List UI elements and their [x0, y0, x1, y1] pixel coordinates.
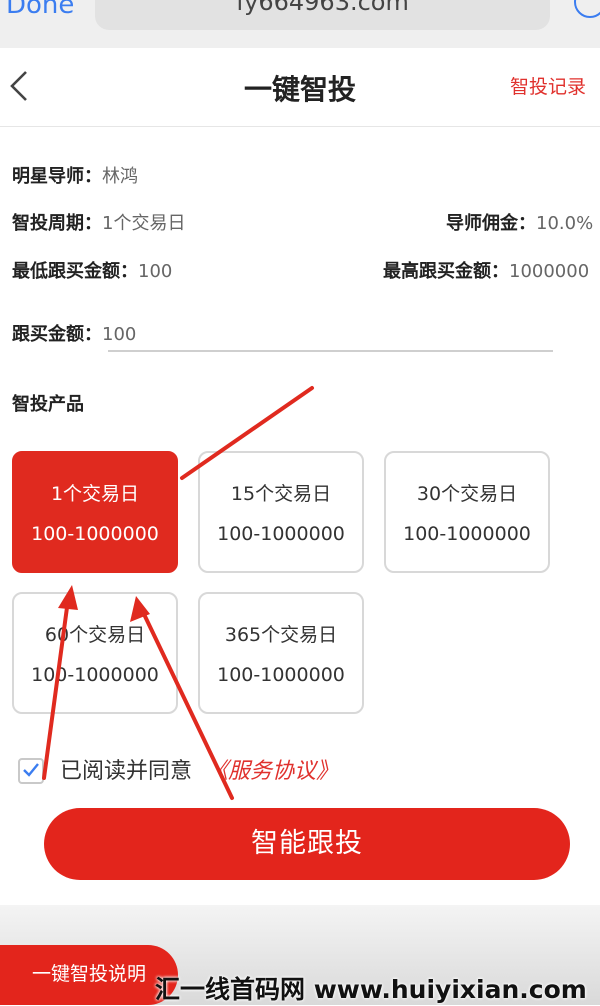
reload-icon[interactable] — [574, 0, 600, 18]
commission-label: 导师佣金： — [446, 213, 536, 234]
max-amount-row: 最高跟买金额：1000000 — [383, 257, 589, 283]
mentor-label: 明星导师： — [12, 166, 102, 187]
products-title: 智投产品 — [12, 394, 84, 415]
amount-label: 跟买金额： — [12, 324, 102, 345]
commission-value: 10.0% — [536, 213, 594, 234]
period-row: 智投周期：1个交易日 — [12, 209, 185, 235]
product-card-15[interactable]: 15个交易日 100-1000000 — [198, 451, 364, 573]
amount-input[interactable]: 100 — [102, 324, 136, 345]
browser-bar: Done fy664963.com — [0, 0, 600, 48]
agreement-checkbox[interactable] — [18, 758, 44, 784]
product-days: 30个交易日 — [416, 483, 518, 505]
max-amount-label: 最高跟买金额： — [383, 261, 509, 282]
product-range: 100-1000000 — [217, 523, 345, 545]
max-amount-value: 1000000 — [509, 261, 590, 282]
product-range: 100-1000000 — [403, 523, 531, 545]
product-range: 100-1000000 — [217, 664, 345, 686]
min-amount-row: 最低跟买金额：100 — [12, 257, 172, 283]
watermark-text: 汇一线首码网 www.huiyixian.com — [155, 975, 587, 1004]
amount-input-underline — [108, 350, 553, 352]
help-button[interactable]: 一键智投说明 — [0, 945, 178, 1005]
product-days: 15个交易日 — [230, 483, 332, 505]
product-days: 365个交易日 — [224, 624, 338, 646]
product-range: 100-1000000 — [31, 523, 159, 545]
smart-follow-button[interactable]: 智能跟投 — [44, 808, 570, 880]
url-field[interactable]: fy664963.com — [95, 0, 550, 30]
product-card-365[interactable]: 365个交易日 100-1000000 — [198, 592, 364, 714]
period-label: 智投周期： — [12, 213, 102, 234]
min-amount-value: 100 — [138, 261, 173, 282]
min-amount-label: 最低跟买金额： — [12, 261, 138, 282]
product-card-1[interactable]: 1个交易日 100-1000000 — [12, 451, 178, 573]
mentor-row: 明星导师：林鸿 — [12, 162, 138, 188]
records-link[interactable]: 智投记录 — [510, 72, 586, 99]
product-range: 100-1000000 — [31, 664, 159, 686]
mentor-value: 林鸿 — [102, 166, 138, 187]
product-card-60[interactable]: 60个交易日 100-1000000 — [12, 592, 178, 714]
product-days: 1个交易日 — [50, 483, 140, 505]
service-agreement-link[interactable]: 《服务协议》 — [206, 753, 338, 785]
period-value: 1个交易日 — [102, 213, 186, 234]
page-header: 一键智投 智投记录 — [0, 48, 600, 127]
commission-row: 导师佣金：10.0% — [446, 209, 593, 235]
done-button[interactable]: Done — [6, 0, 74, 20]
agreement-text: 已阅读并同意 — [60, 759, 193, 784]
product-card-30[interactable]: 30个交易日 100-1000000 — [384, 451, 550, 573]
product-days: 60个交易日 — [44, 624, 146, 646]
amount-row: 跟买金额：100 — [12, 320, 136, 346]
check-icon — [23, 763, 39, 777]
